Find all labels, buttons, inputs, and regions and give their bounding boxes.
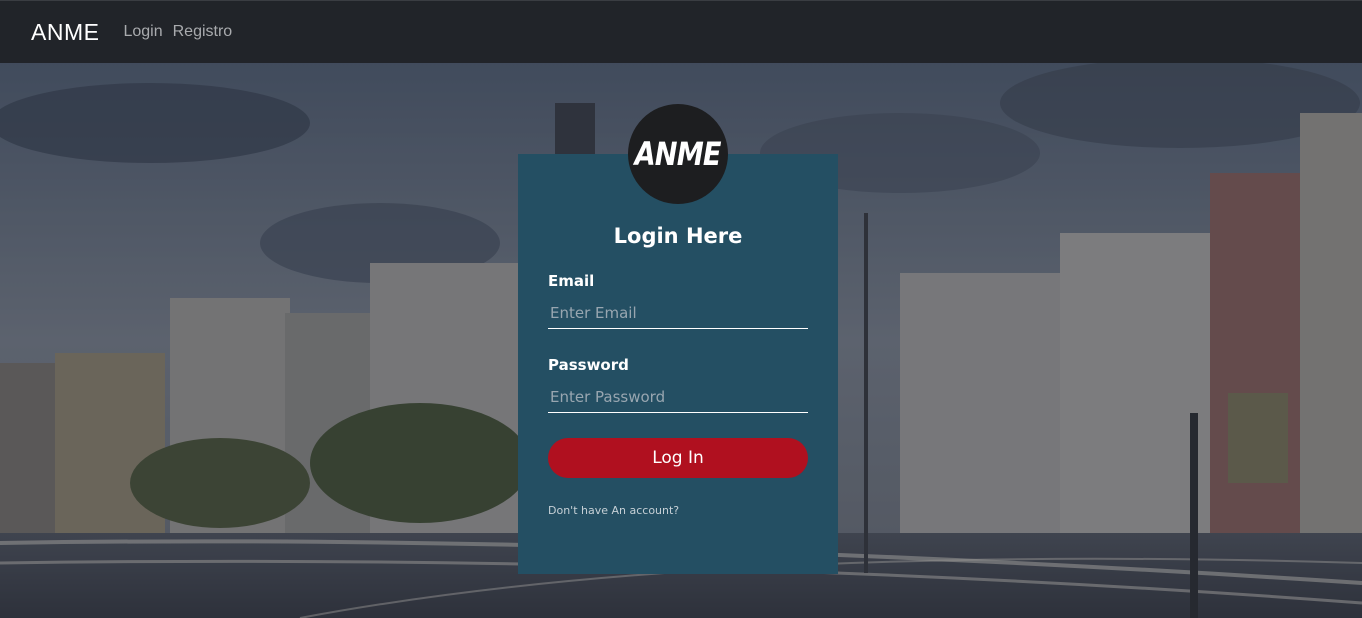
register-link[interactable]: Don't have An account? xyxy=(548,504,679,517)
email-input[interactable] xyxy=(548,297,808,329)
password-label: Password xyxy=(548,356,629,374)
brand-logo[interactable]: ANME xyxy=(31,19,99,46)
avatar-logo-text: ANME xyxy=(634,135,722,173)
password-input[interactable] xyxy=(548,381,808,413)
login-button[interactable]: Log In xyxy=(548,438,808,478)
nav-registro-link[interactable]: Registro xyxy=(173,23,233,41)
top-navbar: ANME Login Registro xyxy=(0,0,1362,63)
email-label: Email xyxy=(548,272,595,290)
nav-login-link[interactable]: Login xyxy=(123,23,162,41)
anme-logo-avatar: ANME xyxy=(628,104,728,204)
login-form-panel: Login Here Email Password Log In Don't h… xyxy=(518,154,838,574)
login-title: Login Here xyxy=(613,224,743,248)
